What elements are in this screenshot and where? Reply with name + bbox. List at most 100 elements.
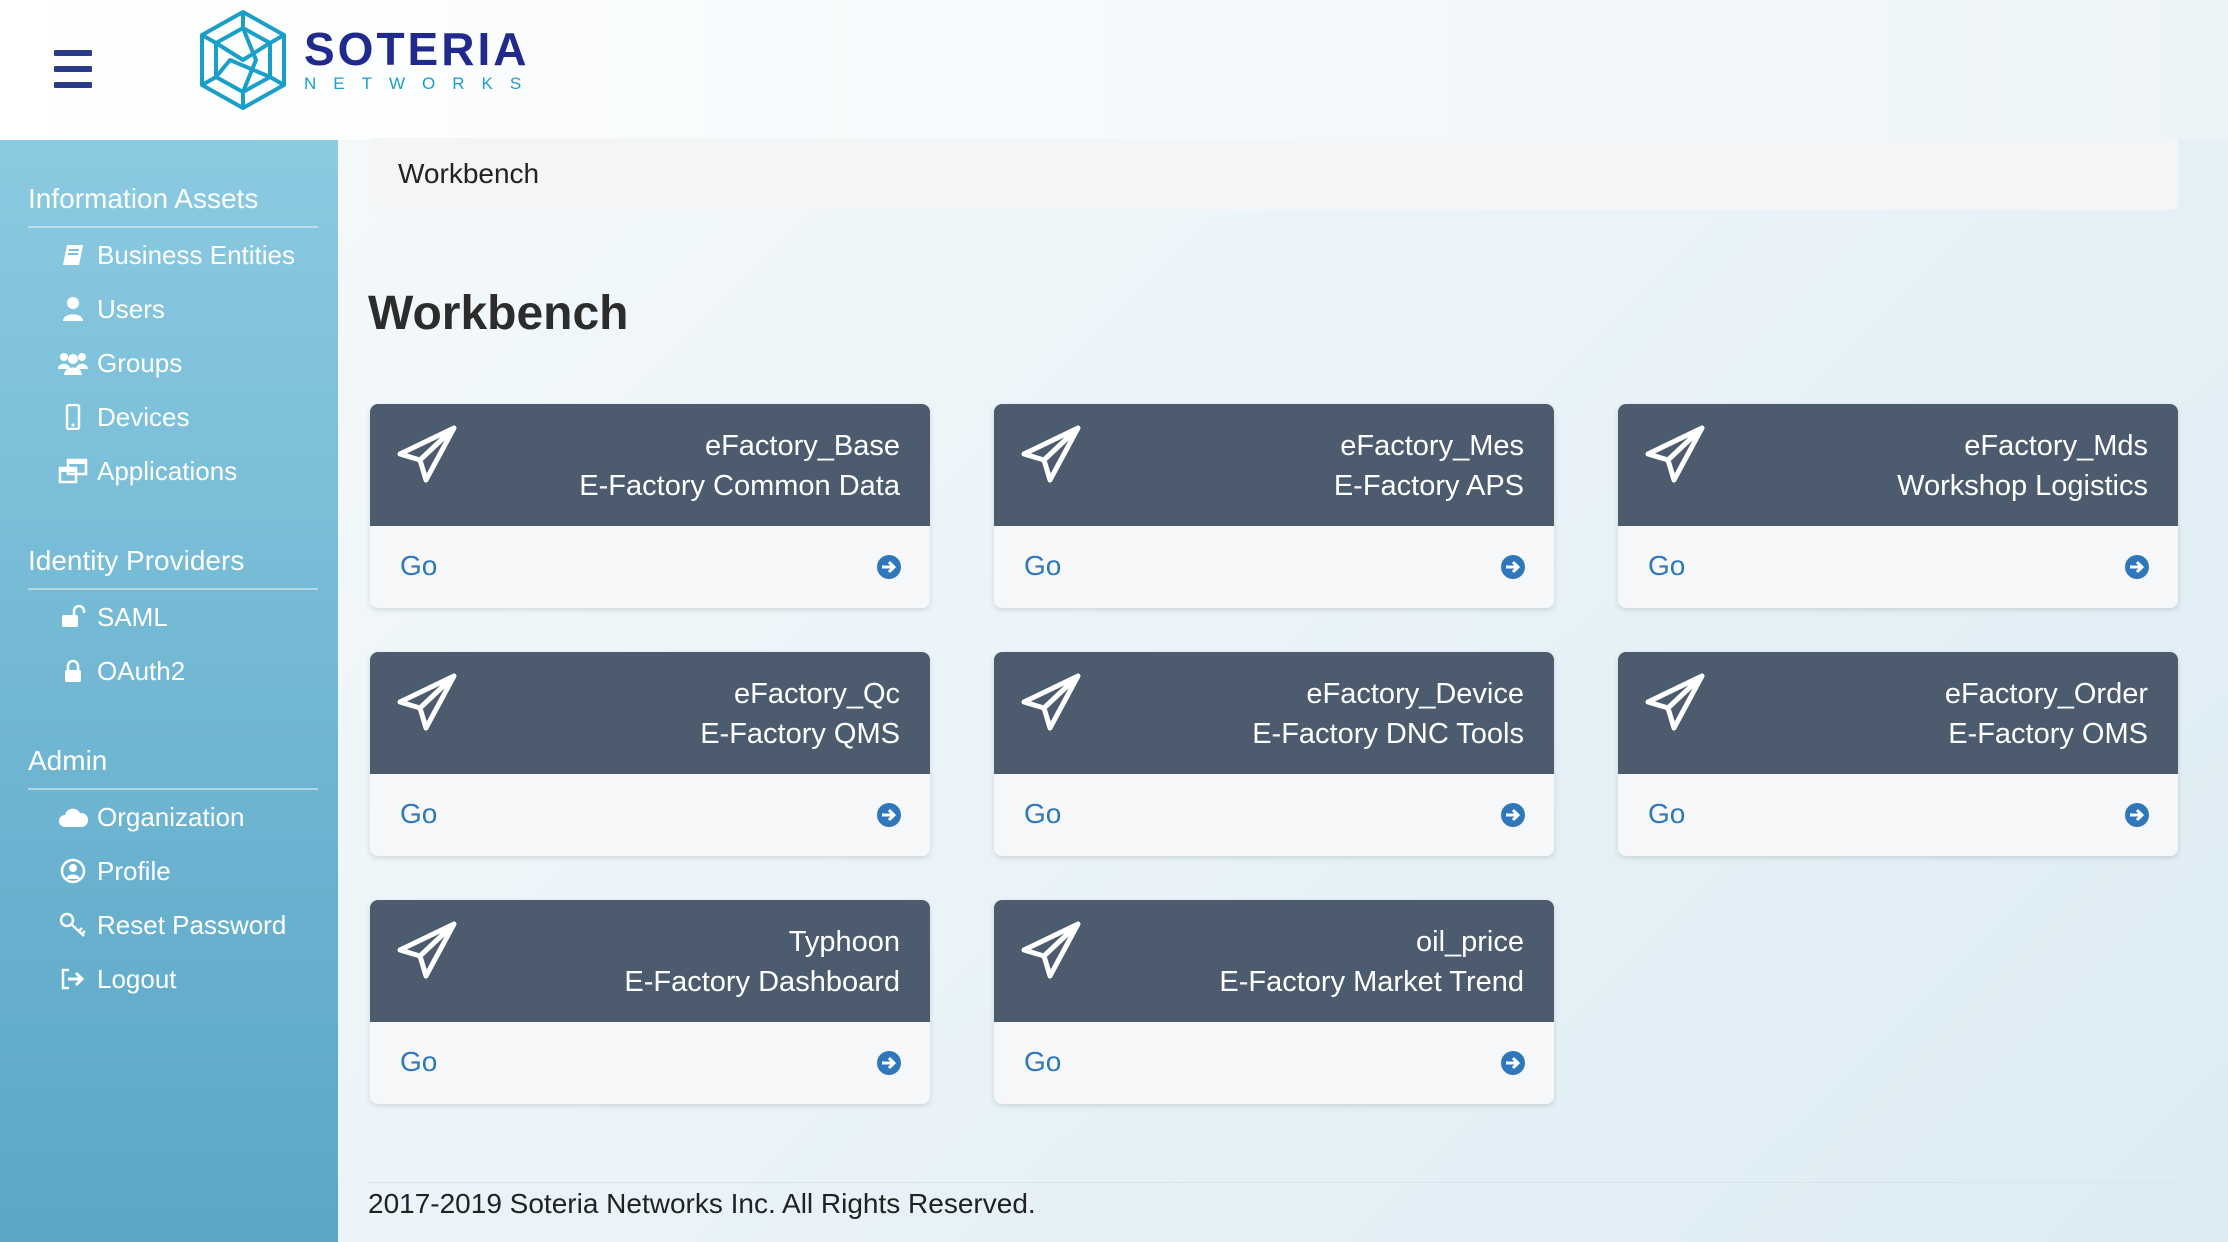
book-icon xyxy=(58,241,88,269)
arrow-circle-right-icon xyxy=(2125,803,2149,827)
sidebar-item-label: Business Entities xyxy=(97,239,295,270)
sidebar-item-saml[interactable]: SAML xyxy=(28,590,318,644)
footer-divider xyxy=(368,1182,2178,1183)
sidebar-item-label: Profile xyxy=(97,855,171,886)
sidebar-section-identity-providers: Identity Providers SAML OAuth2 xyxy=(28,544,318,698)
soteria-logo[interactable]: SOTERIA NETWORKS xyxy=(196,8,538,112)
card-title: eFactory_Order xyxy=(1944,678,2148,710)
cloud-icon xyxy=(58,803,88,831)
sidebar: Information Assets Business Entities Use… xyxy=(0,140,338,1242)
sidebar-item-label: Applications xyxy=(97,455,238,486)
app-card-efactory-qc: eFactory_Qc E-Factory QMS Go xyxy=(370,652,930,856)
group-icon xyxy=(58,349,88,377)
sidebar-item-groups[interactable]: Groups xyxy=(28,336,318,390)
sidebar-heading: Information Assets xyxy=(28,182,318,228)
sidebar-item-label: OAuth2 xyxy=(97,655,186,686)
key-icon xyxy=(58,911,88,939)
paper-plane-icon xyxy=(397,673,457,731)
card-title: eFactory_Device xyxy=(1306,678,1524,710)
sidebar-item-profile[interactable]: Profile xyxy=(28,844,318,898)
card-title: oil_price xyxy=(1416,926,1524,958)
sidebar-item-label: Reset Password xyxy=(97,909,287,940)
card-header: eFactory_Qc E-Factory QMS xyxy=(370,652,930,774)
app-card-efactory-base: eFactory_Base E-Factory Common Data Go xyxy=(370,404,930,608)
card-subtitle: E-Factory Common Data xyxy=(579,470,900,502)
card-go-link[interactable]: Go xyxy=(994,774,1554,856)
app-card-efactory-mes: eFactory_Mes E-Factory APS Go xyxy=(994,404,1554,608)
logo-wordmark: SOTERIA xyxy=(304,23,530,75)
card-header: eFactory_Device E-Factory DNC Tools xyxy=(994,652,1554,774)
sidebar-item-organization[interactable]: Organization xyxy=(28,790,318,844)
logout-icon xyxy=(58,965,88,993)
mobile-icon xyxy=(58,403,88,431)
sidebar-item-label: Groups xyxy=(97,347,183,378)
breadcrumb-current: Workbench xyxy=(398,158,540,189)
arrow-circle-right-icon xyxy=(2125,555,2149,579)
card-go-label: Go xyxy=(400,798,438,829)
arrow-circle-right-icon xyxy=(1501,1051,1525,1075)
card-header: eFactory_Order E-Factory OMS xyxy=(1618,652,2178,774)
sidebar-heading: Admin xyxy=(28,744,318,790)
paper-plane-icon xyxy=(397,921,457,979)
app-card-efactory-mds: eFactory_Mds Workshop Logistics Go xyxy=(1618,404,2178,608)
user-icon xyxy=(58,295,88,323)
unlock-icon xyxy=(58,603,88,631)
card-title: eFactory_Mes xyxy=(1340,430,1524,462)
hamburger-menu-icon[interactable] xyxy=(54,50,92,88)
sidebar-item-label: Users xyxy=(97,293,165,324)
paper-plane-icon xyxy=(1645,673,1705,731)
arrow-circle-right-icon xyxy=(1501,803,1525,827)
card-go-label: Go xyxy=(400,550,438,581)
card-header: eFactory_Mds Workshop Logistics xyxy=(1618,404,2178,526)
app-card-typhoon: Typhoon E-Factory Dashboard Go xyxy=(370,900,930,1104)
card-header: eFactory_Base E-Factory Common Data xyxy=(370,404,930,526)
arrow-circle-right-icon xyxy=(1501,555,1525,579)
arrow-circle-right-icon xyxy=(877,1051,901,1075)
card-go-label: Go xyxy=(1024,798,1062,829)
user-circle-icon xyxy=(58,857,88,885)
card-header: oil_price E-Factory Market Trend xyxy=(994,900,1554,1022)
card-subtitle: E-Factory OMS xyxy=(1948,718,2148,750)
lock-icon xyxy=(58,657,88,685)
app-card-oil-price: oil_price E-Factory Market Trend Go xyxy=(994,900,1554,1104)
paper-plane-icon xyxy=(1021,425,1081,483)
card-go-link[interactable]: Go xyxy=(1618,774,2178,856)
arrow-circle-right-icon xyxy=(877,555,901,579)
card-go-label: Go xyxy=(1648,550,1686,581)
sidebar-item-users[interactable]: Users xyxy=(28,282,318,336)
card-go-label: Go xyxy=(1648,798,1686,829)
card-subtitle: Workshop Logistics xyxy=(1897,470,2148,502)
arrow-circle-right-icon xyxy=(877,803,901,827)
footer-copyright: 2017-2019 Soteria Networks Inc. All Righ… xyxy=(368,1188,1036,1219)
sidebar-item-oauth2[interactable]: OAuth2 xyxy=(28,644,318,698)
app-card-efactory-order: eFactory_Order E-Factory OMS Go xyxy=(1618,652,2178,856)
card-subtitle: E-Factory DNC Tools xyxy=(1252,718,1524,750)
sidebar-item-logout[interactable]: Logout xyxy=(28,952,318,1006)
card-go-link[interactable]: Go xyxy=(994,1022,1554,1104)
window-icon xyxy=(58,457,88,485)
top-header: SOTERIA NETWORKS xyxy=(0,0,2228,140)
sidebar-item-reset-password[interactable]: Reset Password xyxy=(28,898,318,952)
sidebar-item-devices[interactable]: Devices xyxy=(28,390,318,444)
card-go-link[interactable]: Go xyxy=(1618,526,2178,608)
card-subtitle: E-Factory APS xyxy=(1333,470,1524,502)
card-go-link[interactable]: Go xyxy=(994,526,1554,608)
card-go-link[interactable]: Go xyxy=(370,526,930,608)
card-subtitle: E-Factory Market Trend xyxy=(1219,966,1524,998)
paper-plane-icon xyxy=(1645,425,1705,483)
sidebar-item-label: Organization xyxy=(97,801,245,832)
card-go-label: Go xyxy=(1024,1046,1062,1077)
paper-plane-icon xyxy=(1021,673,1081,731)
card-go-link[interactable]: Go xyxy=(370,774,930,856)
card-subtitle: E-Factory QMS xyxy=(700,718,900,750)
card-subtitle: E-Factory Dashboard xyxy=(624,966,900,998)
card-title: Typhoon xyxy=(788,926,900,958)
breadcrumb: Workbench xyxy=(368,138,2178,210)
sidebar-item-business-entities[interactable]: Business Entities xyxy=(28,228,318,282)
sidebar-heading: Identity Providers xyxy=(28,544,318,590)
card-go-label: Go xyxy=(400,1046,438,1077)
card-go-link[interactable]: Go xyxy=(370,1022,930,1104)
sidebar-section-admin: Admin Organization Profile Reset Passwor… xyxy=(28,744,318,1006)
sidebar-item-applications[interactable]: Applications xyxy=(28,444,318,498)
card-header: Typhoon E-Factory Dashboard xyxy=(370,900,930,1022)
